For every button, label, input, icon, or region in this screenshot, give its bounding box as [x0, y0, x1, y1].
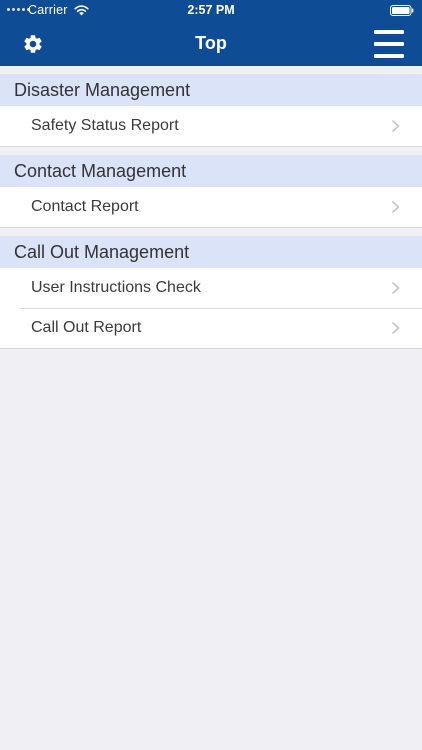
status-time: 2:57 PM — [187, 3, 235, 17]
chevron-right-icon — [392, 282, 400, 294]
menu-content: Disaster Management Safety Status Report… — [0, 66, 422, 349]
section-list: Contact Report — [0, 187, 422, 228]
row-label: Call Out Report — [31, 319, 142, 336]
chevron-right-icon — [392, 322, 400, 334]
row-label: User Instructions Check — [31, 279, 201, 296]
menu-button[interactable] — [374, 30, 404, 58]
top-bar: Carrier 2:57 PM Top — [0, 0, 422, 66]
section-list: User Instructions Check Call Out Report — [0, 268, 422, 349]
section-header-contact-management: Contact Management — [0, 155, 422, 187]
row-call-out-report[interactable]: Call Out Report — [0, 308, 422, 348]
battery-icon — [390, 5, 414, 16]
hamburger-menu-icon — [374, 30, 404, 34]
navigation-bar: Top — [0, 22, 422, 66]
chevron-right-icon — [392, 201, 400, 213]
section-spacer — [0, 228, 422, 236]
section-list: Safety Status Report — [0, 106, 422, 147]
row-contact-report[interactable]: Contact Report — [0, 187, 422, 227]
status-bar: Carrier 2:57 PM — [0, 0, 422, 22]
row-label: Contact Report — [31, 198, 139, 215]
row-label: Safety Status Report — [31, 117, 179, 134]
row-safety-status-report[interactable]: Safety Status Report — [0, 106, 422, 146]
page-title: Top — [195, 33, 227, 53]
chevron-right-icon — [392, 120, 400, 132]
section-header-disaster-management: Disaster Management — [0, 74, 422, 106]
section-spacer — [0, 147, 422, 155]
row-user-instructions-check[interactable]: User Instructions Check — [0, 268, 422, 308]
section-header-call-out-management: Call Out Management — [0, 236, 422, 268]
section-spacer — [0, 66, 422, 74]
